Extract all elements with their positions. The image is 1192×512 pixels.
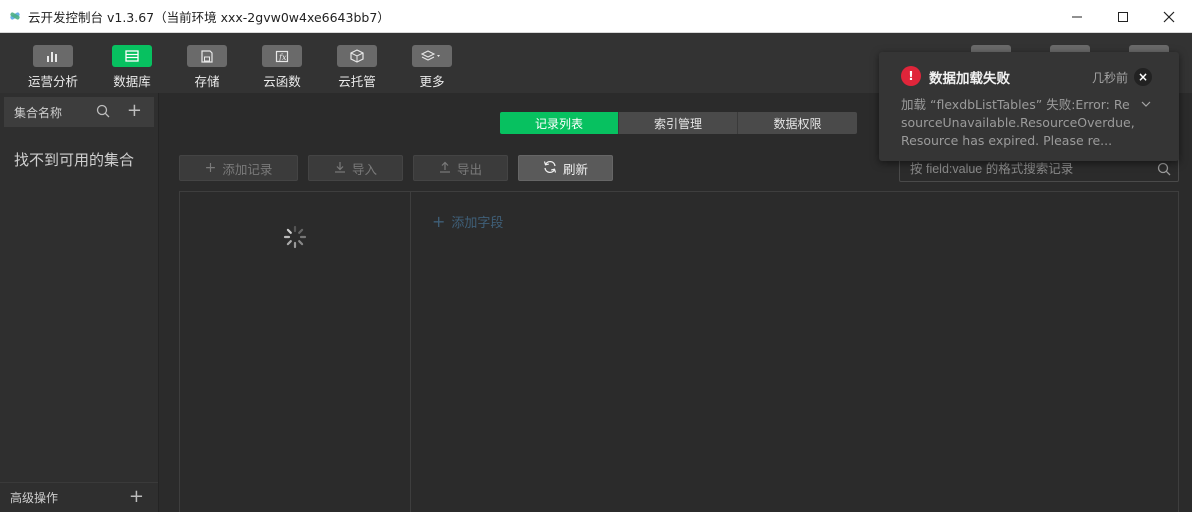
function-icon: fx bbox=[262, 45, 302, 67]
chevron-down-icon[interactable] bbox=[1141, 98, 1151, 111]
toolbar-label: 运营分析 bbox=[27, 74, 78, 89]
cube-icon bbox=[337, 45, 377, 67]
toolbar-label: 云函数 bbox=[263, 74, 301, 89]
add-record-label: 添加记录 bbox=[222, 161, 273, 177]
records-panel: + 添加字段 bbox=[179, 191, 1179, 512]
toolbar-label: 存储 bbox=[194, 74, 220, 89]
collection-header-title: 集合名称 bbox=[14, 105, 63, 120]
search-icon[interactable] bbox=[96, 104, 110, 121]
app-logo-icon bbox=[8, 9, 22, 23]
error-notification: ! 数据加载失败 几秒前 × 加载 “flexdbListTables” 失败:… bbox=[879, 52, 1179, 161]
storage-icon bbox=[187, 45, 227, 67]
import-label: 导入 bbox=[351, 161, 377, 177]
refresh-icon bbox=[543, 160, 557, 177]
collection-header: 集合名称 + bbox=[4, 97, 154, 127]
window-title: 云开发控制台 v1.3.67（当前环境 xxx-2gvw0w4xe6643bb7… bbox=[28, 9, 390, 25]
empty-collections-text: 找不到可用的集合 bbox=[14, 151, 135, 169]
minimize-button[interactable] bbox=[1054, 0, 1100, 33]
toolbar-label: 云托管 bbox=[338, 74, 376, 89]
advanced-operations: 高级操作 + bbox=[0, 482, 158, 512]
tab-data-permissions[interactable]: 数据权限 bbox=[738, 112, 857, 134]
add-field-label: 添加字段 bbox=[451, 216, 504, 231]
close-window-button[interactable] bbox=[1146, 0, 1192, 33]
toolbar-storage[interactable]: 存储 bbox=[172, 45, 242, 90]
refresh-button[interactable]: 刷新 bbox=[518, 155, 613, 181]
toolbar-label: 更多 bbox=[419, 74, 445, 89]
import-button[interactable]: 导入 bbox=[308, 155, 403, 181]
close-icon[interactable]: × bbox=[1134, 68, 1152, 86]
layers-icon bbox=[412, 45, 452, 67]
add-record-button[interactable]: + 添加记录 bbox=[179, 155, 298, 181]
advanced-operations-label: 高级操作 bbox=[10, 491, 59, 505]
toolbar-cloud-hosting[interactable]: 云托管 bbox=[322, 45, 392, 90]
search-icon[interactable] bbox=[1157, 162, 1171, 179]
tab-record-list[interactable]: 记录列表 bbox=[500, 112, 619, 134]
minimize-icon bbox=[1072, 16, 1082, 17]
upload-icon bbox=[439, 161, 451, 176]
tab-index-management[interactable]: 索引管理 bbox=[619, 112, 738, 134]
close-icon bbox=[1163, 11, 1175, 22]
plus-icon: + bbox=[432, 212, 446, 231]
toolbar-cloud-function[interactable]: fx 云函数 bbox=[247, 45, 317, 90]
collection-sidebar: 集合名称 + 找不到可用的集合 高级操作 + bbox=[0, 93, 159, 512]
refresh-label: 刷新 bbox=[562, 161, 588, 177]
svg-text:fx: fx bbox=[278, 53, 287, 62]
toolbar-operations-analysis[interactable]: 运营分析 bbox=[18, 45, 88, 90]
notification-time: 几秒前 bbox=[1092, 71, 1129, 85]
error-icon: ! bbox=[901, 66, 921, 86]
toolbar-database[interactable]: 数据库 bbox=[97, 45, 167, 90]
add-field-button[interactable]: + 添加字段 bbox=[432, 212, 503, 231]
database-icon bbox=[112, 45, 152, 67]
export-label: 导出 bbox=[456, 161, 482, 177]
add-advanced-operation-icon[interactable]: + bbox=[129, 488, 144, 506]
notification-body: 加载 “flexdbListTables” 失败:Error: Resource… bbox=[901, 97, 1135, 148]
toolbar-more[interactable]: 更多 bbox=[397, 45, 467, 90]
content-tabs: 记录列表 索引管理 数据权限 bbox=[500, 112, 857, 134]
export-button[interactable]: 导出 bbox=[413, 155, 508, 181]
maximize-icon bbox=[1118, 11, 1128, 22]
add-collection-icon[interactable]: + bbox=[127, 102, 142, 120]
record-id-list bbox=[180, 192, 411, 512]
maximize-button[interactable] bbox=[1100, 0, 1146, 33]
download-icon bbox=[334, 161, 346, 176]
bar-chart-icon bbox=[33, 45, 73, 67]
loading-spinner-icon bbox=[283, 225, 307, 249]
plus-icon: + bbox=[204, 160, 217, 176]
notification-title: 数据加载失败 bbox=[929, 71, 1010, 87]
window-controls bbox=[1054, 0, 1192, 33]
title-bar: 云开发控制台 v1.3.67（当前环境 xxx-2gvw0w4xe6643bb7… bbox=[0, 0, 1192, 33]
toolbar-label: 数据库 bbox=[113, 74, 151, 89]
